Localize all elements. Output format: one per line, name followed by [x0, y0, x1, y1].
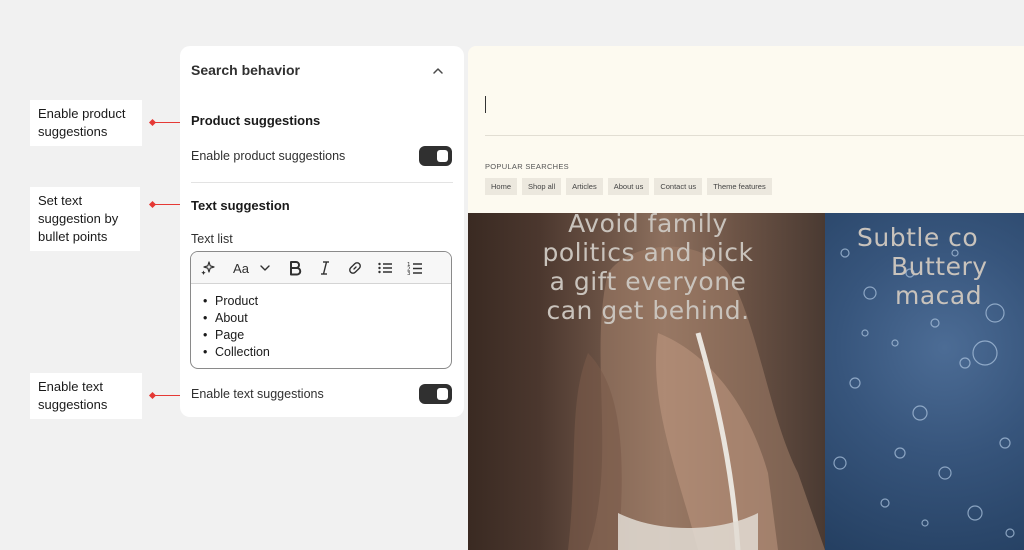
search-chip[interactable]: Articles [566, 178, 603, 195]
search-chip[interactable]: Shop all [522, 178, 562, 195]
annotation-bullets-text: Set text suggestion by bullet points [38, 193, 119, 244]
hero-left-line: politics and pick [542, 238, 754, 267]
hero-image-portrait: Avoid family politics and pick a gift ev… [468, 213, 825, 550]
storefront-preview: POPULAR SEARCHES Home Shop all Articles … [468, 46, 1024, 550]
search-input-cursor[interactable] [485, 96, 486, 113]
hero-left-line: Avoid family [568, 213, 728, 238]
product-toggle-label: Enable product suggestions [191, 149, 346, 163]
bold-icon[interactable] [287, 259, 303, 277]
hero-left-line: can get behind. [546, 296, 750, 325]
numbered-list-icon[interactable]: 123 [406, 259, 424, 277]
list-item: Product [203, 293, 270, 310]
magic-sparkle-icon[interactable] [199, 259, 217, 277]
italic-icon[interactable] [317, 259, 333, 277]
annotation-product-text: Enable product suggestions [38, 106, 126, 139]
bulleted-list-icon[interactable] [376, 259, 394, 277]
toggle-knob [437, 150, 448, 162]
search-chip[interactable]: Home [485, 178, 518, 195]
font-size-button[interactable]: Aa [231, 259, 251, 277]
hero-right-line: Subtle co [857, 223, 979, 252]
popular-searches-title: POPULAR SEARCHES [485, 162, 569, 171]
editor-toolbar: Aa 123 [191, 252, 451, 284]
annotation-text-enable: Enable text suggestions [30, 373, 142, 419]
svg-text:3: 3 [407, 271, 411, 276]
toggle-knob [437, 388, 448, 400]
text-suggestions-toggle[interactable] [419, 384, 452, 404]
panel-title: Search behavior [191, 62, 300, 78]
search-chip[interactable]: About us [607, 178, 650, 195]
hero-image-droplets: Subtle co Buttery macad [825, 213, 1024, 550]
hero-left-line: a gift everyone [549, 267, 747, 296]
text-list[interactable]: Product About Page Collection [203, 293, 270, 361]
text-list-editor[interactable]: Aa 123 Product About Page Col [190, 251, 452, 369]
product-suggestions-toggle[interactable] [419, 146, 452, 166]
hero-left-headline: Avoid family politics and pick a gift ev… [508, 213, 788, 325]
annotation-product-suggestions: Enable product suggestions [30, 100, 142, 146]
link-icon[interactable] [346, 259, 364, 277]
search-input-underline [485, 135, 1024, 136]
search-chip[interactable]: Contact us [654, 178, 703, 195]
chevron-up-icon[interactable] [431, 65, 445, 77]
product-suggestions-title: Product suggestions [191, 113, 321, 128]
annotation-enable-text: Enable text suggestions [38, 379, 108, 412]
hero-right-line: Buttery [891, 252, 988, 281]
hero-right-headline: Subtle co Buttery macad [857, 223, 1024, 310]
list-item: Page [203, 327, 270, 344]
text-list-label: Text list [191, 232, 233, 246]
search-behavior-panel: Search behavior Product suggestions Enab… [180, 46, 464, 417]
search-chip[interactable]: Theme features [707, 178, 772, 195]
section-divider [191, 182, 453, 183]
list-item: About [203, 310, 270, 327]
chevron-down-icon[interactable] [257, 259, 273, 277]
list-item: Collection [203, 344, 270, 361]
text-suggestion-title: Text suggestion [191, 198, 290, 213]
annotation-text-bullets: Set text suggestion by bullet points [30, 187, 140, 251]
text-toggle-label: Enable text suggestions [191, 387, 324, 401]
hero-right-line: macad [895, 281, 983, 310]
popular-searches-chips: Home Shop all Articles About us Contact … [485, 178, 772, 195]
